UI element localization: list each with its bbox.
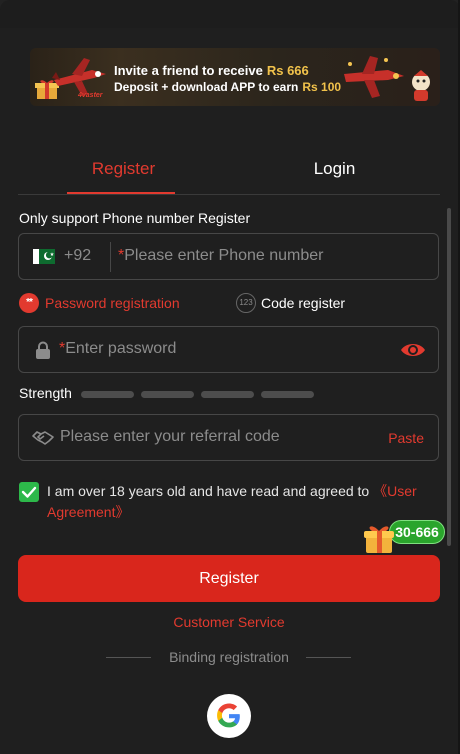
strength-bar [141,391,194,398]
password-registration-label: Password registration [45,295,180,311]
password-registration-option[interactable]: ** Password registration [19,292,180,314]
strength-bar [81,391,134,398]
auth-tabs: Register Login [18,148,440,196]
promo-banner[interactable]: 4vaster Invite a friend to receive Rs 666… [30,48,440,106]
agreement-statement: I am over 18 years old and have read and… [47,483,374,499]
banner-line-1-amount: Rs 666 [266,63,309,78]
agreement-text: I am over 18 years old and have read and… [47,481,440,523]
airplane-icon [344,56,404,98]
promo-badge[interactable]: 30-666 [362,518,446,556]
phone-field: +92 *Please enter Phone number [18,233,439,280]
referral-input[interactable]: Please enter your referral code [60,428,280,446]
lock-icon [36,341,50,359]
mascot-icon [412,70,430,101]
banner-line-2: Deposit + download APP to earn Rs 100 [114,80,341,94]
phone-input[interactable]: *Please enter Phone number [118,247,323,265]
top-spacer [0,0,460,28]
code-register-option[interactable]: 123 Code register [236,292,345,314]
agreement: I am over 18 years old and have read and… [19,481,440,521]
strength-bar [201,391,254,398]
password-icon: ** [19,293,39,313]
banner-line-2-amount: Rs 100 [302,80,342,94]
password-input[interactable]: *Enter password [59,340,176,358]
country-code[interactable]: +92 [64,247,91,265]
banner-line-1: Invite a friend to receive Rs 666 [114,63,309,78]
registration-type-options: ** Password registration 123 Code regist… [19,292,440,314]
tab-register[interactable]: Register [18,148,229,194]
banner-brand: 4vaster [78,92,103,99]
password-placeholder: Enter password [65,340,177,357]
eye-icon[interactable] [400,340,426,360]
google-icon [217,703,240,728]
field-separator [110,242,111,272]
strength-label: Strength [19,385,72,401]
crescent-star-icon [44,251,54,260]
pakistan-flag-icon[interactable] [33,249,55,264]
checkmark-icon [21,486,37,498]
promo-amount: 30-666 [389,520,445,544]
binding-registration: Binding registration [0,648,458,668]
phone-placeholder: Please enter Phone number [124,247,324,264]
tabs-divider [18,194,440,195]
code-register-label: Code register [261,295,346,311]
tab-login[interactable]: Login [229,148,440,194]
google-login-button[interactable] [207,694,251,738]
strength-bar [261,391,314,398]
scrollbar[interactable] [447,208,451,546]
paste-button[interactable]: Paste [388,430,424,446]
divider-line [306,657,351,658]
referral-field: Please enter your referral code Paste [18,414,439,461]
banner-line-2-text: Deposit + download APP to earn [114,80,299,94]
register-button[interactable]: Register [18,555,440,602]
section-title: Only support Phone number Register [19,210,251,226]
code-icon: 123 [236,293,256,313]
register-panel: 4vaster Invite a friend to receive Rs 666… [0,0,460,754]
agreement-checkbox[interactable] [19,482,39,502]
binding-registration-label: Binding registration [169,649,289,665]
password-strength: Strength [19,384,440,402]
password-field: *Enter password [18,326,439,373]
banner-line-1-text: Invite a friend to receive [114,63,263,78]
customer-service-link[interactable]: Customer Service [0,614,458,630]
gift-icon [364,526,394,553]
handshake-icon [32,431,54,445]
